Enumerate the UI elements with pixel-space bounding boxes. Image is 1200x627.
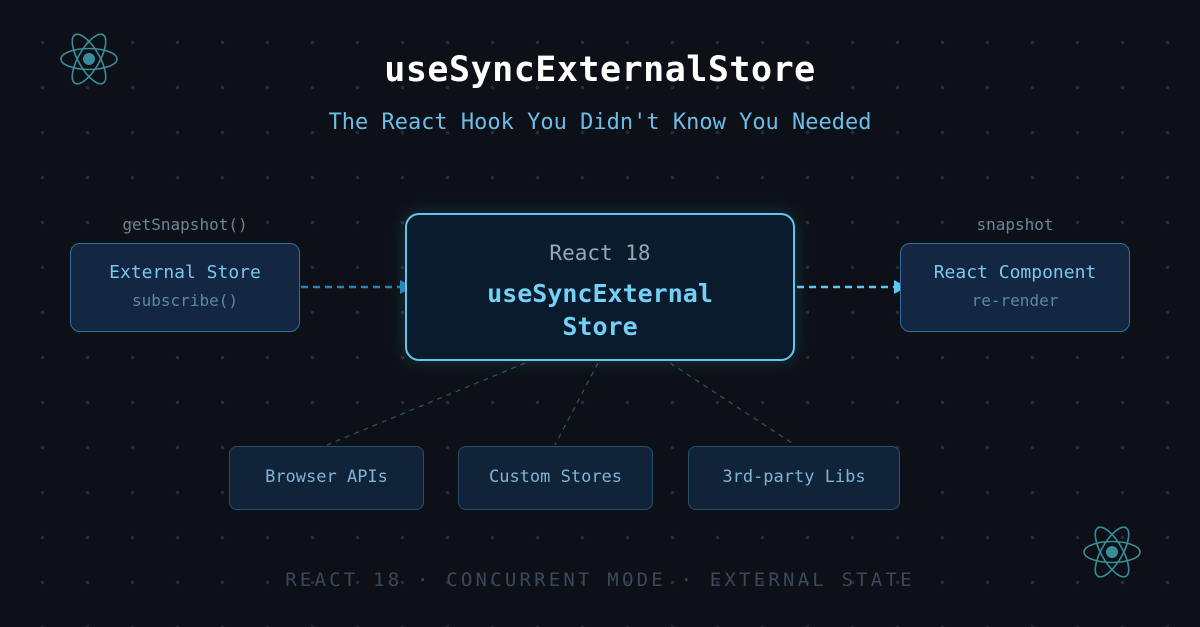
source-browser-apis: Browser APIs — [229, 446, 424, 510]
external-store-subscribe: subscribe() — [132, 291, 238, 310]
diagram-canvas: useSyncExternalStore The React Hook You … — [0, 0, 1200, 627]
footer-tagline: REACT 18 · CONCURRENT MODE · EXTERNAL ST… — [285, 569, 915, 591]
link-hook-3rd-party — [669, 362, 796, 446]
react-component-rerender: re-render — [971, 291, 1059, 310]
react-version-label: React 18 — [549, 241, 651, 265]
use-sync-external-store-node: React 18 useSyncExternal Store — [405, 213, 795, 361]
external-store-node: External Store subscribe() — [70, 243, 300, 332]
source-3rd-party-libs: 3rd-party Libs — [688, 446, 900, 510]
react-component-node: React Component re-render — [900, 243, 1130, 332]
link-hook-browser-apis — [326, 362, 526, 446]
external-store-title: External Store — [109, 262, 261, 283]
link-hook-custom-stores — [554, 362, 599, 446]
hook-name-label: useSyncExternal Store — [487, 279, 713, 341]
edge-label-snapshot: snapshot — [976, 215, 1054, 234]
source-custom-stores: Custom Stores — [458, 446, 653, 510]
edge-label-get-snapshot: getSnapshot() — [122, 215, 248, 234]
react-component-title: React Component — [933, 262, 1097, 283]
